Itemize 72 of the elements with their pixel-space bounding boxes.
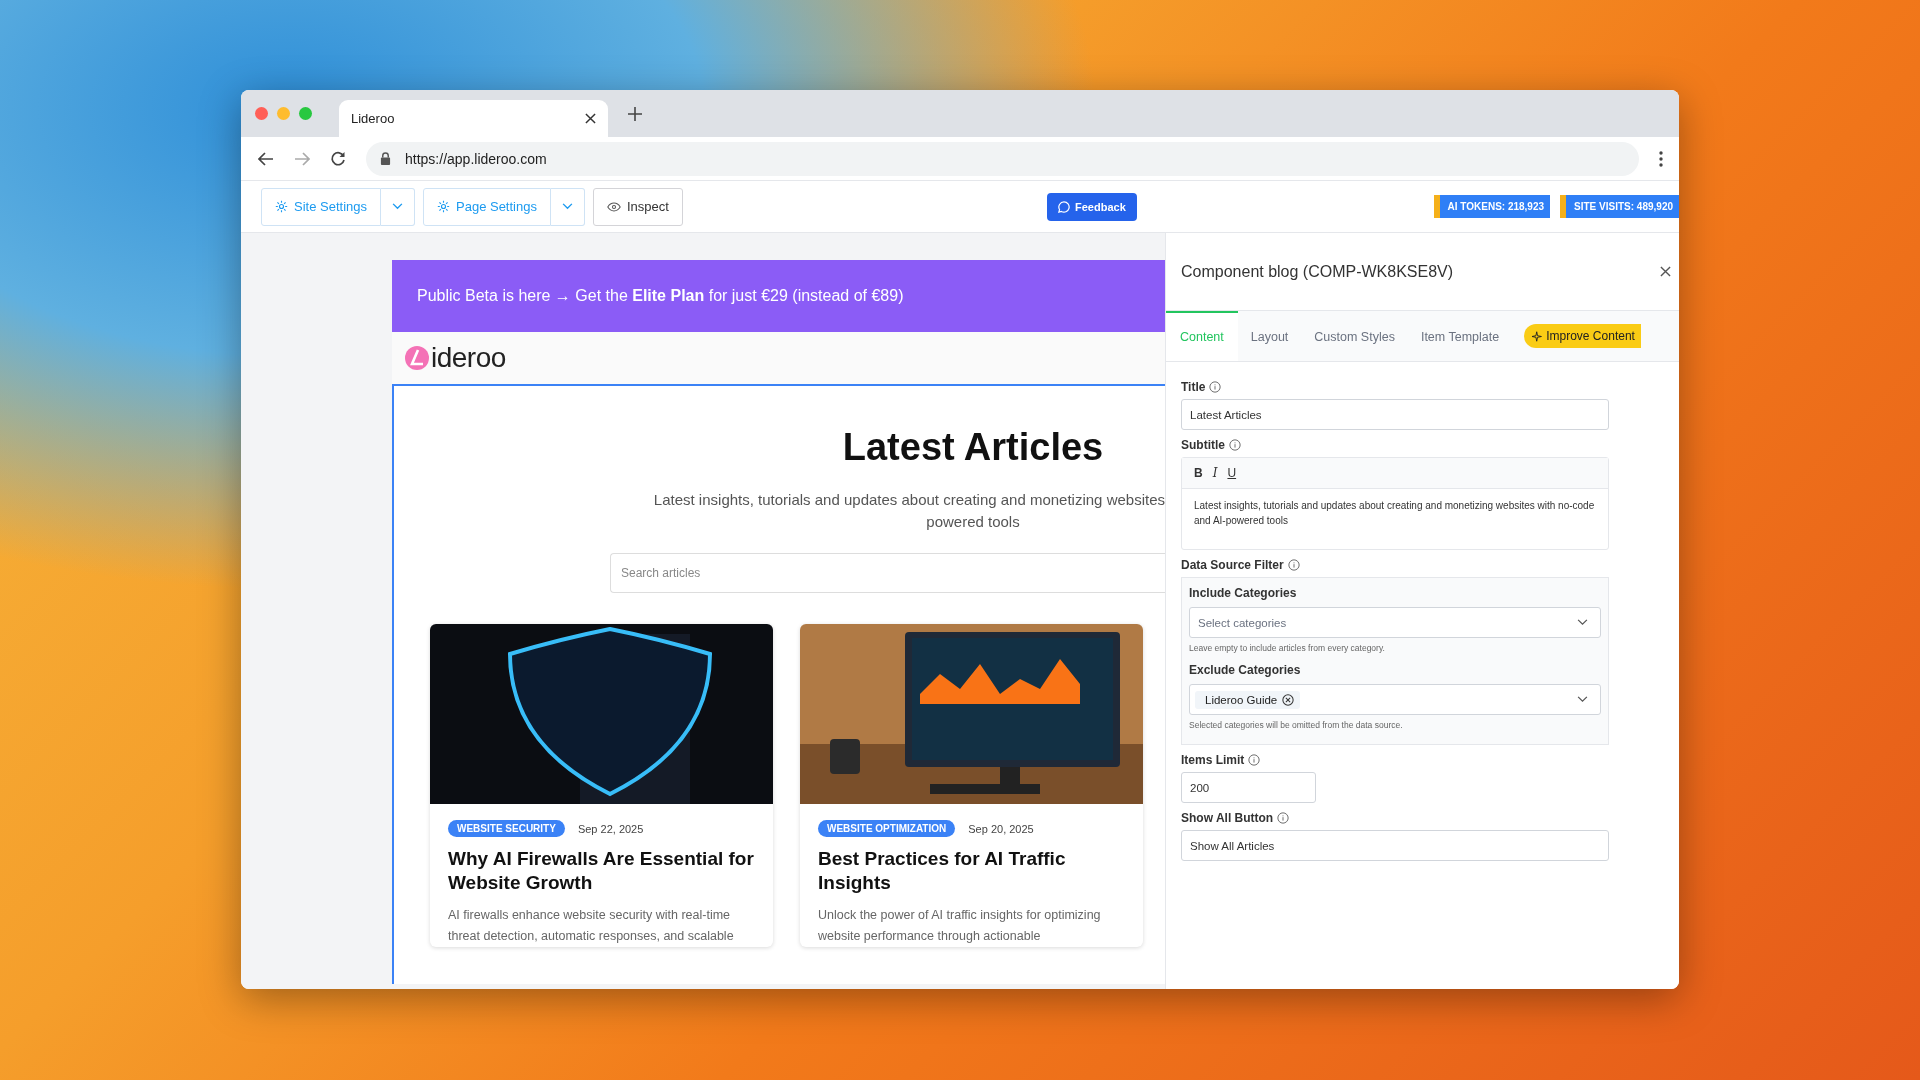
- category-select[interactable]: Select categories: [1189, 607, 1601, 638]
- field-label: Exclude Categories: [1189, 663, 1302, 677]
- format-button[interactable]: I: [1210, 466, 1220, 480]
- category-select[interactable]: Lideroo Guide: [1189, 684, 1601, 715]
- close-icon[interactable]: [585, 113, 596, 124]
- caret-icon: [1577, 696, 1588, 703]
- reload-icon[interactable]: [330, 150, 346, 167]
- kebab-menu-icon[interactable]: [1659, 150, 1663, 167]
- caret-icon: [392, 203, 403, 210]
- items-limit-field[interactable]: 200: [1181, 772, 1316, 803]
- info-icon[interactable]: [1287, 559, 1300, 571]
- article-card[interactable]: WEBSITE SECURITY Sep 22, 2025 Why AI Firewalls Are Essential for Website Growth AI firewalls enhance website security with real-time threat detection, automatic responses, and scalable: [430, 624, 773, 947]
- caret-icon: [1577, 619, 1588, 626]
- info-icon[interactable]: [1248, 754, 1261, 766]
- section-subtitle: Latest insights, tutorials and updates about creating and monetizing websites: [653, 490, 1165, 510]
- article-title[interactable]: Why AI Firewalls Are Essential for Website Growth: [448, 847, 755, 895]
- back-arrow-icon[interactable]: [258, 150, 274, 167]
- info-icon[interactable]: [1277, 812, 1290, 824]
- chat-bubble-icon: [1058, 200, 1070, 213]
- rich-text-editor[interactable]: B I U Latest insights, tutorials and updates about creating and monetizing websites with no-code and AI-powered tools: [1181, 457, 1609, 550]
- tag-label: Lideroo Guide: [1205, 693, 1278, 706]
- panel-tab[interactable]: Layout: [1237, 311, 1302, 361]
- article-date: Sep 20, 2025: [968, 822, 1034, 835]
- help-text: Selected categories will be omitted from the data source.: [1189, 720, 1404, 730]
- close-window-button[interactable]: [255, 107, 268, 120]
- promo-text: Public Beta is here → Get the Elite Plan for just €29 (instead of €89): [417, 287, 904, 305]
- address-bar[interactable]: https://app.lideroo.com: [366, 141, 1639, 176]
- article-excerpt: Unlock the power of AI traffic insights for optimizing website performance through actionable: [818, 907, 1102, 945]
- gear-icon: [437, 200, 450, 213]
- field-label: Title: [1181, 380, 1206, 394]
- lock-icon: [380, 152, 391, 165]
- section-title: Latest Articles: [842, 426, 1104, 469]
- field-label: Include Categories: [1189, 586, 1298, 600]
- category-tag[interactable]: WEBSITE SECURITY: [448, 820, 565, 837]
- eye-icon: [606, 201, 621, 212]
- article-card[interactable]: WEBSITE OPTIMIZATION Sep 20, 2025 Best Practices for AI Traffic Insights Unlock the power of AI traffic insights for optimizing website performance through actionable: [800, 624, 1143, 947]
- improve-content-button[interactable]: Improve Content: [1524, 324, 1641, 348]
- search-field[interactable]: Search articles: [610, 553, 1165, 593]
- field-label: Data Source Filter: [1181, 558, 1284, 572]
- article-excerpt: AI firewalls enhance website security with real-time threat detection, automatic responses, and scalable: [448, 907, 735, 945]
- inspect-button[interactable]: Inspect: [592, 187, 683, 226]
- remove-icon[interactable]: [1282, 693, 1295, 706]
- button-label-field[interactable]: Show All Articles: [1181, 830, 1609, 861]
- format-button[interactable]: B: [1192, 466, 1205, 480]
- category-tag[interactable]: WEBSITE OPTIMIZATION: [818, 820, 956, 837]
- logo-icon: [405, 346, 429, 370]
- forward-arrow-icon[interactable]: [294, 150, 310, 167]
- gear-icon: [275, 200, 288, 213]
- help-text: Leave empty to include articles from every category.: [1189, 643, 1386, 653]
- info-icon[interactable]: [1229, 439, 1241, 451]
- panel-title: Component blog (COMP-WK8KSE8V): [1181, 262, 1454, 281]
- panel-tab[interactable]: Custom Styles: [1301, 311, 1408, 361]
- subtitle-text[interactable]: Latest insights, tutorials and updates about creating and monetizing websites with no-code and AI-powered tools: [1182, 489, 1608, 549]
- field-label: Show All Button: [1181, 811, 1274, 825]
- article-title[interactable]: Best Practices for AI Traffic Insights: [818, 847, 1125, 895]
- format-button[interactable]: U: [1225, 466, 1239, 480]
- close-icon[interactable]: [1660, 266, 1671, 277]
- plus-icon[interactable]: [628, 106, 642, 121]
- article-date: Sep 22, 2025: [577, 822, 644, 835]
- stat-badge: SITE VISITS: 489,920: [1560, 195, 1679, 218]
- stat-badge: AI TOKENS: 218,923: [1433, 195, 1551, 218]
- sparkle-icon: [1532, 330, 1544, 342]
- section-subtitle: powered tools: [926, 512, 1020, 532]
- panel-tab[interactable]: Item Template: [1407, 311, 1513, 361]
- browser-tab[interactable]: Lideroo: [339, 100, 608, 137]
- logo-text: ideroo: [431, 342, 506, 374]
- info-icon[interactable]: [1209, 381, 1222, 393]
- field-label: Subtitle: [1181, 438, 1225, 452]
- feedback-button[interactable]: Feedback: [1047, 192, 1137, 221]
- field-label: Items Limit: [1181, 753, 1245, 767]
- caret-icon: [561, 203, 573, 210]
- title-field[interactable]: Latest Articles: [1181, 399, 1609, 430]
